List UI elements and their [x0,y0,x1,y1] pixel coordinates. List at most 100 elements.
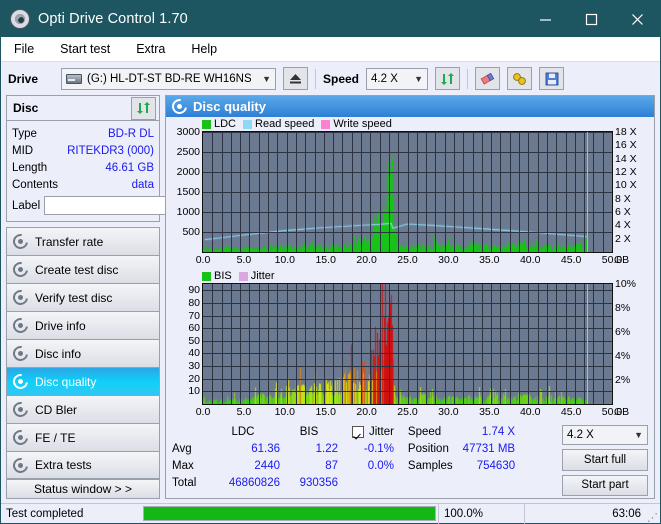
sidebar-item-extra-tests[interactable]: Extra tests [6,451,160,479]
position-marker [586,132,589,252]
test-speed-select[interactable]: 4.2 X ▼ [562,425,648,446]
menu-file[interactable]: File [11,40,37,58]
start-full-button[interactable]: Start full [562,449,648,471]
x-tick-label: 30.0 [438,406,459,418]
bis-plot-area: 10 20 30 40 50 60 70 80 90 2% 4% 6% 8% 10% 0.0 5.0 10.0 1… [188,278,636,418]
disc-icon [10,259,31,280]
x-tick-label: 20.0 [356,254,377,266]
progress-track [143,506,436,521]
gridline-h [203,328,612,330]
progress-bar [141,504,438,524]
stats-row-avg-bis: 1.22 [315,443,338,455]
x-axis-unit: GB [614,254,630,266]
speed-select[interactable]: 4.2 X ▼ [366,67,429,90]
sidebar-item-disc-info[interactable]: Disc info [6,339,160,367]
x-tick-label: 20.0 [356,406,377,418]
disc-quality-panel: Disc quality LDC Read speed Write speed … [165,95,655,499]
save-button[interactable] [539,67,565,90]
menu-help[interactable]: Help [188,40,220,58]
sidebar-item-label: Disc quality [35,374,97,389]
disc-icon [10,343,31,364]
legend-label: BIS [214,270,232,282]
stats-row-avg-ldc: 61.36 [251,443,280,455]
sidebar-item-create-test-disc[interactable]: Create test disc [6,255,160,283]
maximize-icon[interactable] [568,1,614,37]
y-tick-label: 1000 [176,206,200,218]
disc-panel-header: Disc [7,96,159,121]
disc-icon [10,427,31,448]
x-axis-unit: GB [614,406,630,418]
sidebar-item-transfer-rate[interactable]: Transfer rate [6,227,160,255]
minimize-icon[interactable] [522,1,568,37]
disc-label-row: Label [12,195,249,216]
y2-tick-label: 10 X [615,179,637,192]
x-tick-label: 15.0 [315,406,336,418]
stats-row-max-key: Max [172,460,194,472]
statistics-area: LDC BIS Avg 61.36 1.22 Max 2440 87 Total… [166,421,654,498]
elapsed-time: 63:06 [524,503,646,524]
x-tick-label: 0.0 [195,406,211,418]
disc-quality-icon [169,96,190,117]
close-icon[interactable] [614,1,660,37]
panel-header: Disc quality [166,96,654,117]
y2-tick-label: 14 X [615,152,637,165]
disc-panel-title: Disc [13,101,39,115]
gridline-h [203,378,612,380]
disc-refresh-button[interactable] [131,96,156,120]
gridline-h [203,366,612,368]
resize-grip[interactable] [646,504,660,524]
jitter-column: Jitter -0.1% 0.0% [352,424,394,496]
x-tick-label: 10.0 [274,406,296,418]
samples-value: 754630 [476,460,516,472]
disc-row-contents-value: data [131,178,154,191]
x-tick-label: 15.0 [315,254,336,266]
sidebar-item-fe-te[interactable]: FE / TE [6,423,160,451]
application-window: Opti Drive Control 1.70 File Start test … [0,0,661,524]
menu-start-test[interactable]: Start test [57,40,113,58]
drive-select-value: (G:) HL-DT-ST BD-RE WH16NS48 1.D3 [87,72,252,85]
panel-title: Disc quality [193,99,266,114]
stats-row-avg-key: Avg [172,443,192,455]
status-window-button[interactable]: Status window > > [6,479,160,499]
sidebar-item-label: Create test disc [35,262,119,277]
disc-icon [10,454,31,476]
disc-row-mid: MID RITEKDR3 (000) [12,142,154,159]
gridline-h [203,132,612,133]
gridline-h [203,353,612,355]
start-part-button[interactable]: Start part [562,474,648,497]
y-tick-label: 2500 [176,146,200,158]
samples-key: Samples [407,460,453,472]
refresh-button[interactable] [435,67,461,90]
gridline-h [203,172,612,173]
disc-row-contents-key: Contents [12,178,59,191]
legend-item-bis: BIS [202,270,232,282]
sidebar-item-verify-test-disc[interactable]: Verify test disc [6,283,160,311]
y2-tick-label: 2 X [615,232,631,245]
eject-button[interactable] [283,67,308,90]
jitter-checkbox[interactable] [352,426,364,438]
ldc-chart-legend: LDC Read speed Write speed [202,118,392,130]
y-tick-label: 80 [188,296,200,309]
stats-row-max-bis: 87 [325,460,338,472]
legend-label: Read speed [255,118,315,130]
sidebar-item-drive-info[interactable]: Drive info [6,311,160,339]
status-bar: Test completed 100.0% 63:06 [1,503,660,524]
jitter-max-value: 0.0% [367,460,394,472]
y2-tick-label: 6% [615,326,631,338]
sidebar-item-disc-quality[interactable]: Disc quality [6,367,160,395]
drive-select[interactable]: (G:) HL-DT-ST BD-RE WH16NS48 1.D3 ▼ [61,67,276,90]
eraser-button[interactable] [475,67,501,90]
y-tick-label: 70 [188,309,200,322]
sidebar-nav: Transfer rate Create test disc Verify te… [6,227,160,479]
x-tick-label: 45.0 [560,254,582,266]
y-tick-label: 30 [188,360,200,373]
menu-extra[interactable]: Extra [133,40,168,58]
sidebar-item-cd-bler[interactable]: CD Bler [6,395,160,423]
legend-label: Write speed [333,118,392,130]
sidebar-item-label: Verify test disc [35,290,113,305]
x-tick-label: 35.0 [479,254,500,266]
disc-icon [10,399,31,420]
key-button[interactable] [507,67,533,90]
legend-item-jitter: Jitter [238,270,275,282]
y2-tick-label: 4 X [615,219,631,232]
